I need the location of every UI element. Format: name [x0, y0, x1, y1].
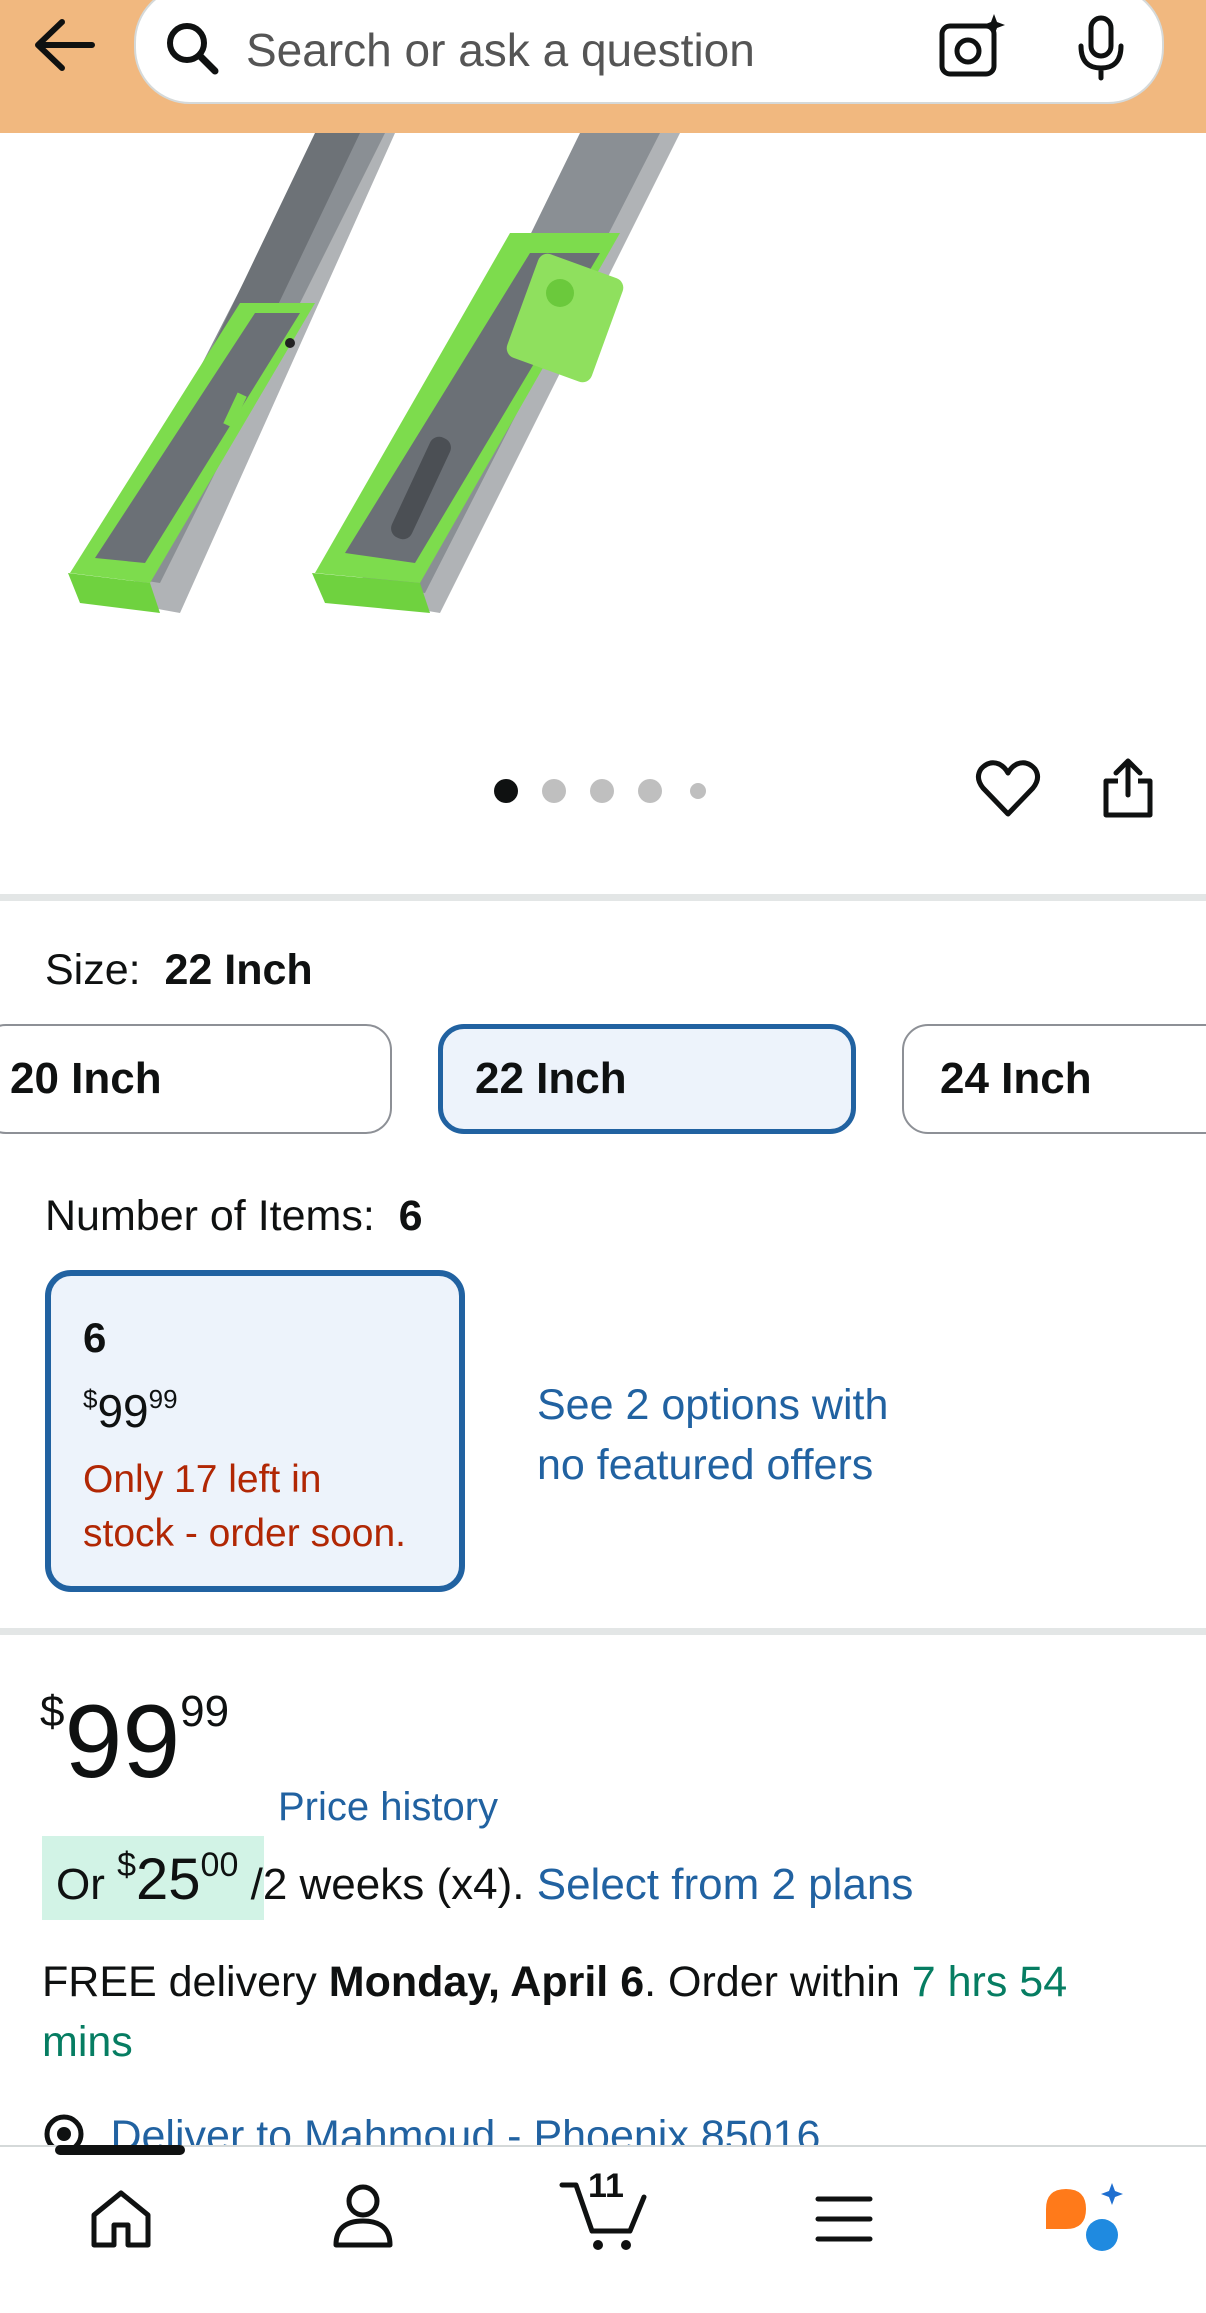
- delivery-info: FREE delivery Monday, April 6. Order wit…: [42, 1952, 1162, 2072]
- size-option-24-inch[interactable]: 24 Inch: [902, 1024, 1206, 1134]
- location-pin-icon: [44, 2114, 84, 2145]
- delivery-countdown-unit: mins: [42, 2018, 133, 2066]
- item-count-option-6[interactable]: 6 $9999 Only 17 left in stock - order so…: [45, 1270, 465, 1592]
- microphone-icon[interactable]: [1071, 14, 1131, 87]
- price-symbol: $: [40, 1687, 65, 1736]
- count-value: 6: [83, 1314, 107, 1361]
- top-search-bar: Search or ask a question: [0, 0, 1206, 133]
- size-option-22-inch[interactable]: 22 Inch: [438, 1024, 856, 1134]
- delivery-date: Monday, April 6: [328, 1958, 645, 2006]
- see-options-link[interactable]: See 2 options with no featured offers: [537, 1375, 888, 1495]
- installment-row: Or $2500 /2 weeks (x4). Select from 2 pl…: [56, 1846, 913, 1913]
- see-options-line2: no featured offers: [537, 1441, 874, 1489]
- select-plans-link[interactable]: Select from 2 plans: [537, 1860, 914, 1909]
- delivery-countdown: 7 hrs 54: [911, 1958, 1068, 2006]
- carousel-dot[interactable]: [542, 779, 566, 803]
- arrow-left-icon: [35, 19, 95, 71]
- rufus-assistant-icon[interactable]: [1040, 2177, 1130, 2262]
- deliver-to-row[interactable]: Deliver to Mahmoud - Phoenix 85016: [42, 2112, 820, 2145]
- size-option-label: 22 Inch: [475, 1054, 627, 1103]
- installment-fraction: 00: [200, 1846, 239, 1884]
- camera-sparkle-icon[interactable]: [936, 12, 1008, 87]
- scroll-indicator: [55, 2145, 185, 2155]
- price-fraction: 99: [180, 1687, 230, 1736]
- main-price: $9999: [40, 1687, 230, 1795]
- share-icon[interactable]: [1100, 755, 1156, 826]
- drawer-slide-right-image: [312, 133, 680, 613]
- carousel-dot[interactable]: [690, 783, 706, 799]
- card-price-whole: 99: [97, 1385, 149, 1437]
- stock-warning-line2: stock - order soon.: [83, 1512, 406, 1555]
- size-option-label: 20 Inch: [10, 1054, 162, 1103]
- delivery-prefix: FREE delivery: [42, 1958, 329, 2006]
- section-divider: [0, 894, 1206, 901]
- stock-warning-line1: Only 17 left in: [83, 1458, 322, 1501]
- card-price: $9999: [83, 1384, 178, 1438]
- cart-count-badge: 11: [588, 2167, 624, 2205]
- size-option-20-inch[interactable]: 20 Inch: [0, 1024, 392, 1134]
- delivery-middle: . Order within: [644, 1958, 912, 2006]
- account-icon[interactable]: [330, 2181, 396, 2256]
- home-icon[interactable]: [88, 2185, 154, 2256]
- bottom-navigation: 11: [0, 2145, 1206, 2313]
- size-selected-value: 22 Inch: [164, 946, 313, 994]
- size-option-label: 24 Inch: [940, 1054, 1092, 1103]
- back-button[interactable]: [28, 14, 104, 76]
- carousel-dot[interactable]: [638, 779, 662, 803]
- product-image[interactable]: [0, 133, 1206, 733]
- search-placeholder: Search or ask a question: [246, 24, 755, 76]
- carousel-dot-active[interactable]: [494, 779, 518, 803]
- installment-prefix: Or: [56, 1860, 118, 1909]
- see-options-line1: See 2 options with: [537, 1381, 889, 1429]
- menu-icon[interactable]: [812, 2191, 876, 2252]
- cart-icon[interactable]: 11: [558, 2167, 652, 2260]
- size-label: Size:: [45, 946, 141, 994]
- search-input[interactable]: Search or ask a question: [134, 0, 1164, 104]
- card-price-fraction: 99: [148, 1384, 178, 1414]
- price-whole: 99: [64, 1684, 181, 1800]
- carousel-dot[interactable]: [590, 779, 614, 803]
- price-history-link[interactable]: Price history: [278, 1785, 498, 1830]
- items-label-row: Number of Items: 6: [45, 1192, 423, 1241]
- installment-whole: 25: [136, 1847, 201, 1912]
- items-selected-value: 6: [398, 1192, 423, 1240]
- items-label: Number of Items:: [45, 1192, 375, 1240]
- heart-icon[interactable]: [975, 758, 1041, 825]
- section-divider: [0, 1628, 1206, 1635]
- card-price-symbol: $: [83, 1384, 98, 1414]
- installment-suffix: /2 weeks (x4).: [250, 1860, 525, 1909]
- deliver-to-link: Deliver to Mahmoud - Phoenix 85016: [110, 2112, 821, 2145]
- installment-symbol: $: [117, 1846, 137, 1884]
- size-label-row: Size: 22 Inch: [45, 946, 313, 995]
- search-icon: [162, 18, 222, 83]
